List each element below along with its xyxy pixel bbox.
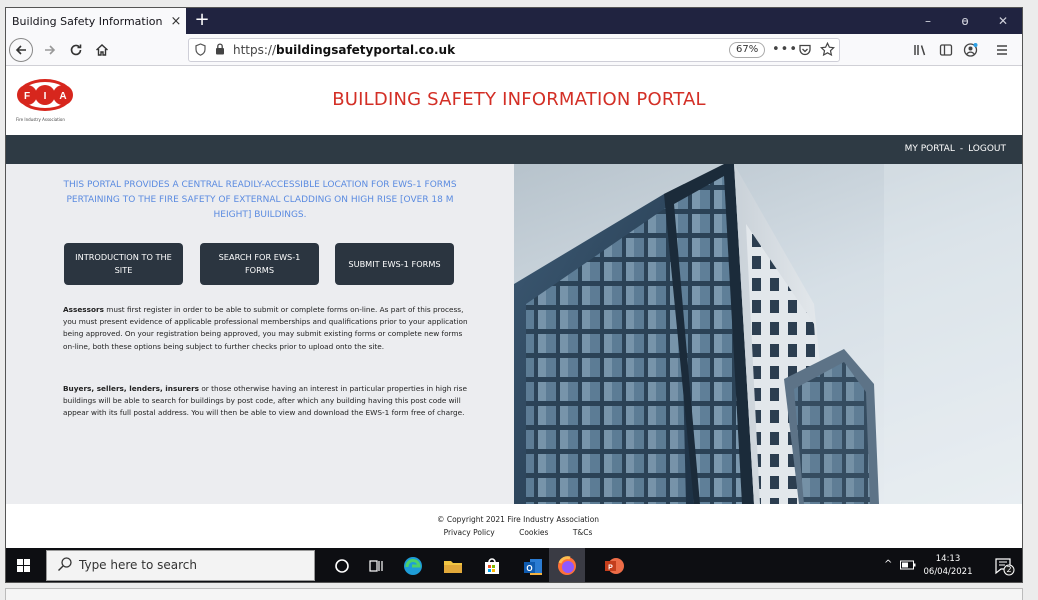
firefox-icon (558, 556, 576, 575)
close-window-button[interactable]: ✕ (986, 8, 1020, 34)
tracking-shield-icon[interactable] (195, 43, 206, 56)
svg-text:P: P (608, 565, 613, 572)
content-panel: THIS PORTAL PROVIDES A CENTRAL READILY-A… (6, 164, 514, 504)
page-actions-icon[interactable]: ••• (772, 42, 798, 57)
buyers-label: Buyers, sellers, lenders, insurers (63, 384, 200, 393)
search-placeholder: Type here to search (79, 558, 197, 572)
cookies-link[interactable]: Cookies (519, 528, 548, 537)
system-clock[interactable]: 14:13 06/04/2021 (918, 553, 978, 579)
assessors-paragraph: Assessors must first register in order t… (63, 304, 475, 353)
powerpoint-icon[interactable]: P (601, 553, 627, 579)
search-icon (58, 557, 72, 571)
hamburger-menu-icon (997, 45, 1007, 55)
hero-building-image (514, 164, 1022, 504)
assessors-text: must first register in order to be able … (63, 305, 468, 351)
library-button[interactable] (908, 38, 932, 62)
reload-icon (70, 44, 82, 56)
bookmark-star-icon[interactable] (820, 42, 835, 57)
url-domain: buildingsafetyportal.co.uk (276, 43, 456, 57)
browser-window: Building Safety Information Portal × + –… (5, 7, 1023, 583)
file-explorer-icon[interactable] (440, 553, 466, 579)
intro-text: THIS PORTAL PROVIDES A CENTRAL READILY-A… (63, 180, 457, 220)
outer-bottom-edge (0, 585, 1038, 600)
web-page: F I A Fire Industry Association BUILDING… (6, 67, 1022, 546)
notification-count: 2 (1006, 565, 1012, 574)
cortana-icon[interactable] (329, 553, 355, 579)
zoom-level-badge[interactable]: 67% (729, 42, 766, 58)
logout-link[interactable]: LOGOUT (968, 144, 1006, 154)
edge-browser-icon[interactable] (400, 553, 426, 579)
start-button[interactable] (6, 548, 42, 582)
system-tray: ^ 14:13 06/04/2021 2 (862, 548, 1022, 582)
my-portal-link[interactable]: MY PORTAL (905, 144, 955, 154)
tab-title: Building Safety Information Portal (12, 14, 166, 28)
search-forms-button[interactable]: SEARCH FOR EWS-1 FORMS (200, 243, 319, 285)
buyers-paragraph: Buyers, sellers, lenders, insurers or th… (63, 383, 475, 420)
library-icon (914, 45, 926, 56)
copyright-text: © Copyright 2021 Fire Industry Associati… (436, 515, 600, 524)
svg-text:O: O (526, 564, 532, 573)
url-text[interactable]: https://buildingsafetyportal.co.uk (233, 43, 455, 57)
site-nav-links: MY PORTAL - LOGOUT (905, 144, 1006, 154)
menu-button[interactable] (990, 38, 1014, 62)
back-button[interactable] (9, 38, 33, 62)
reload-button[interactable] (64, 38, 88, 62)
high-rise-building-illustration (514, 164, 1022, 504)
navigation-toolbar: https://buildingsafetyportal.co.uk 67% •… (6, 34, 1022, 66)
battery-icon[interactable] (900, 560, 916, 570)
sidebar-button[interactable] (934, 38, 958, 62)
tab-close-icon[interactable]: × (166, 14, 186, 29)
new-tab-button[interactable]: + (190, 9, 214, 33)
outer-right-edge (1024, 7, 1038, 583)
nav-separator: - (959, 144, 964, 154)
pocket-icon[interactable] (798, 43, 812, 57)
site-header: F I A Fire Industry Association BUILDING… (6, 67, 1022, 135)
task-view-icon[interactable] (363, 553, 389, 579)
windows-logo-icon (17, 559, 30, 572)
sidebar-icon (939, 44, 953, 56)
minimize-button[interactable]: – (911, 8, 945, 34)
assessors-label: Assessors (63, 305, 104, 314)
second-window-edge (5, 588, 1023, 600)
store-icon[interactable] (479, 553, 505, 579)
firefox-taskbar-item-active[interactable] (549, 548, 585, 582)
submit-forms-button[interactable]: SUBMIT EWS-1 FORMS (335, 243, 454, 285)
terms-link[interactable]: T&Cs (573, 528, 593, 537)
site-footer: © Copyright 2021 Fire Industry Associati… (6, 504, 1022, 546)
footer-links: Privacy Policy Cookies T&Cs (6, 528, 1022, 537)
back-arrow-icon (15, 45, 26, 55)
home-button[interactable] (90, 38, 114, 62)
account-button[interactable] (959, 38, 983, 62)
outlook-icon[interactable]: O (520, 553, 546, 579)
notification-center-button[interactable]: 2 (992, 554, 1016, 578)
forward-arrow-icon (45, 45, 56, 55)
account-icon (963, 43, 978, 57)
logo-caption: Fire Industry Association (16, 117, 65, 122)
windows-taskbar: Type here to search O P ^ 14:13 06/04/20… (6, 548, 1022, 582)
restore-button[interactable]: ɵ (948, 8, 982, 34)
forward-button[interactable] (38, 38, 62, 62)
show-hidden-icons-chevron-icon[interactable]: ^ (884, 559, 892, 570)
tab-strip: Building Safety Information Portal × + –… (6, 8, 1022, 34)
introduction-button[interactable]: INTRODUCTION TO THE SITE (64, 243, 183, 285)
clock-date: 06/04/2021 (923, 567, 973, 577)
lock-icon[interactable] (215, 43, 225, 55)
url-bar[interactable]: https://buildingsafetyportal.co.uk 67% •… (188, 38, 840, 62)
clock-time: 14:13 (935, 554, 961, 564)
screen: Building Safety Information Portal × + –… (0, 0, 1038, 600)
taskbar-search-box[interactable]: Type here to search (46, 550, 315, 581)
browser-tab[interactable]: Building Safety Information Portal × (6, 8, 186, 34)
home-icon (96, 44, 108, 56)
url-prefix: https:// (233, 43, 277, 57)
site-title: BUILDING SAFETY INFORMATION PORTAL (332, 89, 706, 110)
site-nav-bar: MY PORTAL - LOGOUT (6, 135, 1022, 164)
privacy-policy-link[interactable]: Privacy Policy (444, 528, 495, 537)
